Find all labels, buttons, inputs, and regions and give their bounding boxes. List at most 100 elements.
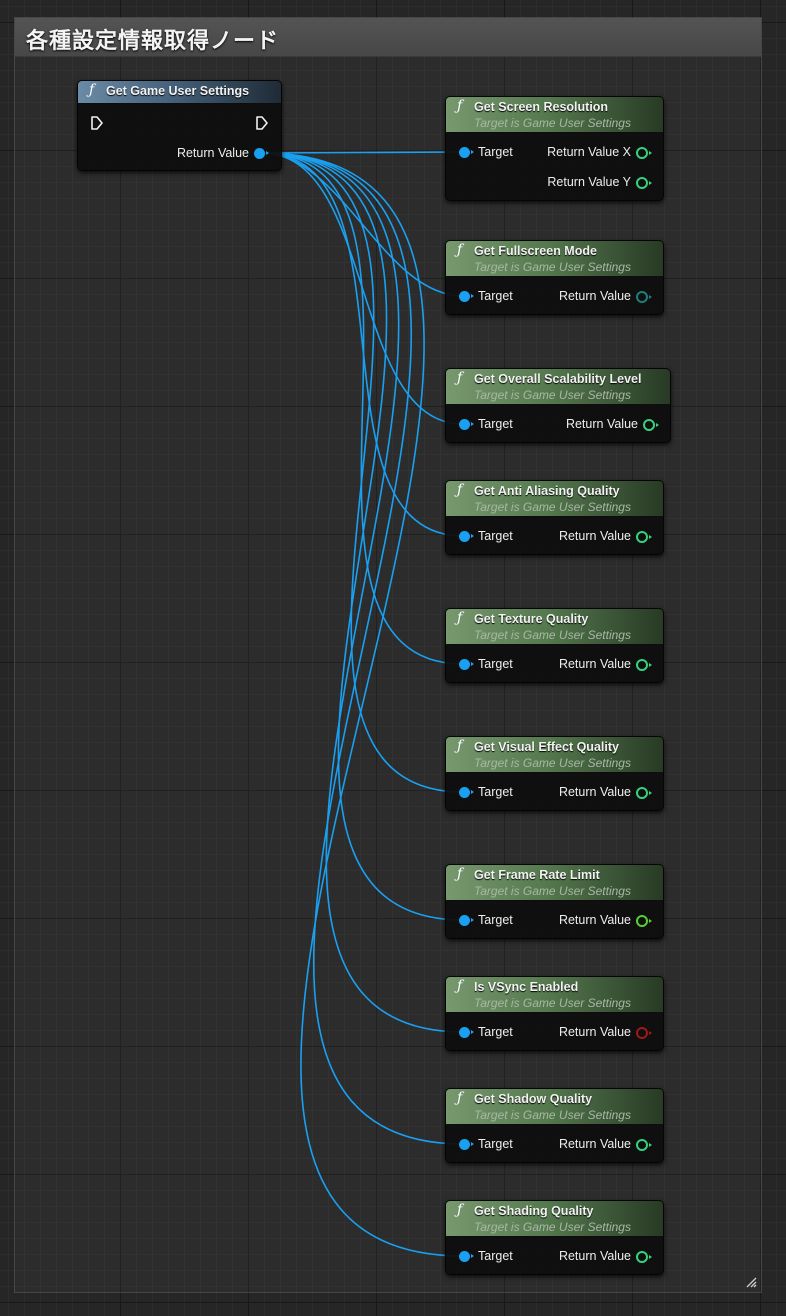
get-shadow-quality-node[interactable]: ƒ Get Shadow Quality Target is Game User…	[445, 1088, 664, 1163]
return-value-pin-icon[interactable]	[636, 1027, 652, 1039]
function-icon: ƒ	[457, 482, 463, 498]
node-title: Get Shadow Quality	[474, 1092, 593, 1106]
node-subtitle: Target is Game User Settings	[474, 1220, 631, 1234]
return-value-label: Return Value	[176, 146, 249, 160]
get-game-user-settings-node[interactable]: ƒ Get Game User Settings Return Value	[77, 80, 282, 171]
function-icon: ƒ	[457, 610, 463, 626]
node-title: Get Visual Effect Quality	[474, 740, 619, 754]
get-overall-scalability-level-node[interactable]: ƒ Get Overall Scalability Level Target i…	[445, 368, 671, 443]
return-value-label: Return Value Y	[547, 175, 631, 189]
function-icon: ƒ	[457, 1202, 463, 1218]
return-value-label: Return Value X	[547, 145, 631, 159]
target-pin-icon[interactable]	[459, 1139, 474, 1150]
return-value-label: Return Value	[558, 529, 631, 543]
return-value-label: Return Value	[558, 289, 631, 303]
get-screen-resolution-node[interactable]: ƒ Get Screen Resolution Target is Game U…	[445, 96, 664, 201]
target-label: Target	[478, 1025, 513, 1039]
return-value-pin-icon[interactable]	[636, 291, 652, 303]
return-value-pin-icon[interactable]	[636, 1251, 652, 1263]
exec-in-pin-icon[interactable]	[90, 115, 104, 131]
function-icon: ƒ	[457, 370, 463, 386]
node-header: ƒ Get Anti Aliasing Quality Target is Ga…	[446, 481, 663, 517]
node-subtitle: Target is Game User Settings	[474, 1108, 631, 1122]
function-icon: ƒ	[457, 978, 463, 994]
return-value-pin-icon[interactable]	[636, 659, 652, 671]
get-texture-quality-node[interactable]: ƒ Get Texture Quality Target is Game Use…	[445, 608, 664, 683]
node-header: ƒ Get Frame Rate Limit Target is Game Us…	[446, 865, 663, 901]
target-label: Target	[478, 657, 513, 671]
node-subtitle: Target is Game User Settings	[474, 116, 631, 130]
return-value-label: Return Value	[558, 1249, 631, 1263]
get-fullscreen-mode-node[interactable]: ƒ Get Fullscreen Mode Target is Game Use…	[445, 240, 664, 315]
return-value-label: Return Value	[558, 657, 631, 671]
node-subtitle: Target is Game User Settings	[474, 388, 631, 402]
node-header: ƒ Is VSync Enabled Target is Game User S…	[446, 977, 663, 1013]
return-value-pin-icon[interactable]	[636, 531, 652, 543]
return-value-pin-icon[interactable]	[643, 419, 659, 431]
node-title: Get Anti Aliasing Quality	[474, 484, 620, 498]
wire-get-screen-resolution	[261, 151, 464, 154]
return-value-pin-icon[interactable]	[636, 787, 652, 799]
node-subtitle: Target is Game User Settings	[474, 260, 631, 274]
wire-get-frame-rate-limit	[261, 152, 464, 921]
get-frame-rate-limit-node[interactable]: ƒ Get Frame Rate Limit Target is Game Us…	[445, 864, 664, 939]
target-label: Target	[478, 417, 513, 431]
node-title: Get Screen Resolution	[474, 100, 609, 114]
get-shading-quality-node[interactable]: ƒ Get Shading Quality Target is Game Use…	[445, 1200, 664, 1275]
get-visual-effect-quality-node[interactable]: ƒ Get Visual Effect Quality Target is Ga…	[445, 736, 664, 811]
node-header: ƒ Get Shadow Quality Target is Game User…	[446, 1089, 663, 1125]
return-value-pin-icon[interactable]	[636, 915, 652, 927]
node-header: ƒ Get Shading Quality Target is Game Use…	[446, 1201, 663, 1237]
node-header: ƒ Get Overall Scalability Level Target i…	[446, 369, 670, 405]
wire-get-texture-quality	[261, 152, 464, 665]
target-pin-icon[interactable]	[459, 915, 474, 926]
target-label: Target	[478, 529, 513, 543]
node-subtitle: Target is Game User Settings	[474, 756, 631, 770]
exec-out-pin-icon[interactable]	[255, 115, 269, 131]
return-value-pin-icon[interactable]	[636, 147, 652, 159]
node-header: ƒ Get Texture Quality Target is Game Use…	[446, 609, 663, 645]
target-pin-icon[interactable]	[459, 291, 474, 302]
return-value-pin-icon[interactable]	[636, 177, 652, 189]
wire-get-shading-quality	[261, 152, 464, 1257]
node-title: Get Fullscreen Mode	[474, 244, 597, 258]
node-title: Get Frame Rate Limit	[474, 868, 600, 882]
node-header: ƒ Get Fullscreen Mode Target is Game Use…	[446, 241, 663, 277]
node-header: ƒ Get Visual Effect Quality Target is Ga…	[446, 737, 663, 773]
target-pin-icon[interactable]	[459, 787, 474, 798]
wire-get-visual-effect-quality	[261, 152, 464, 793]
node-title: Get Texture Quality	[474, 612, 589, 626]
function-icon: ƒ	[457, 866, 463, 882]
node-subtitle: Target is Game User Settings	[474, 884, 631, 898]
get-anti-aliasing-quality-node[interactable]: ƒ Get Anti Aliasing Quality Target is Ga…	[445, 480, 664, 555]
target-pin-icon[interactable]	[459, 659, 474, 670]
node-subtitle: Target is Game User Settings	[474, 500, 631, 514]
return-value-label: Return Value	[558, 1025, 631, 1039]
target-label: Target	[478, 913, 513, 927]
return-value-pin-icon[interactable]	[636, 1139, 652, 1151]
return-value-label: Return Value	[558, 785, 631, 799]
target-label: Target	[478, 145, 513, 159]
target-pin-icon[interactable]	[459, 147, 474, 158]
target-label: Target	[478, 1249, 513, 1263]
node-title: Get Game User Settings	[106, 84, 250, 98]
target-label: Target	[478, 785, 513, 799]
function-icon: ƒ	[89, 82, 95, 98]
target-pin-icon[interactable]	[459, 419, 474, 430]
target-label: Target	[478, 289, 513, 303]
wire-layer	[261, 151, 464, 1257]
target-label: Target	[478, 1137, 513, 1151]
return-value-label: Return Value	[565, 417, 638, 431]
node-header: ƒ Get Screen Resolution Target is Game U…	[446, 97, 663, 133]
function-icon: ƒ	[457, 738, 463, 754]
target-pin-icon[interactable]	[459, 1027, 474, 1038]
node-subtitle: Target is Game User Settings	[474, 996, 631, 1010]
node-header: ƒ Get Game User Settings	[78, 81, 281, 104]
target-pin-icon[interactable]	[459, 531, 474, 542]
function-icon: ƒ	[457, 242, 463, 258]
node-subtitle: Target is Game User Settings	[474, 628, 631, 642]
node-title: Get Overall Scalability Level	[474, 372, 642, 386]
target-pin-icon[interactable]	[459, 1251, 474, 1262]
is-vsync-enabled-node[interactable]: ƒ Is VSync Enabled Target is Game User S…	[445, 976, 664, 1051]
return-value-pin-icon[interactable]	[254, 148, 269, 159]
